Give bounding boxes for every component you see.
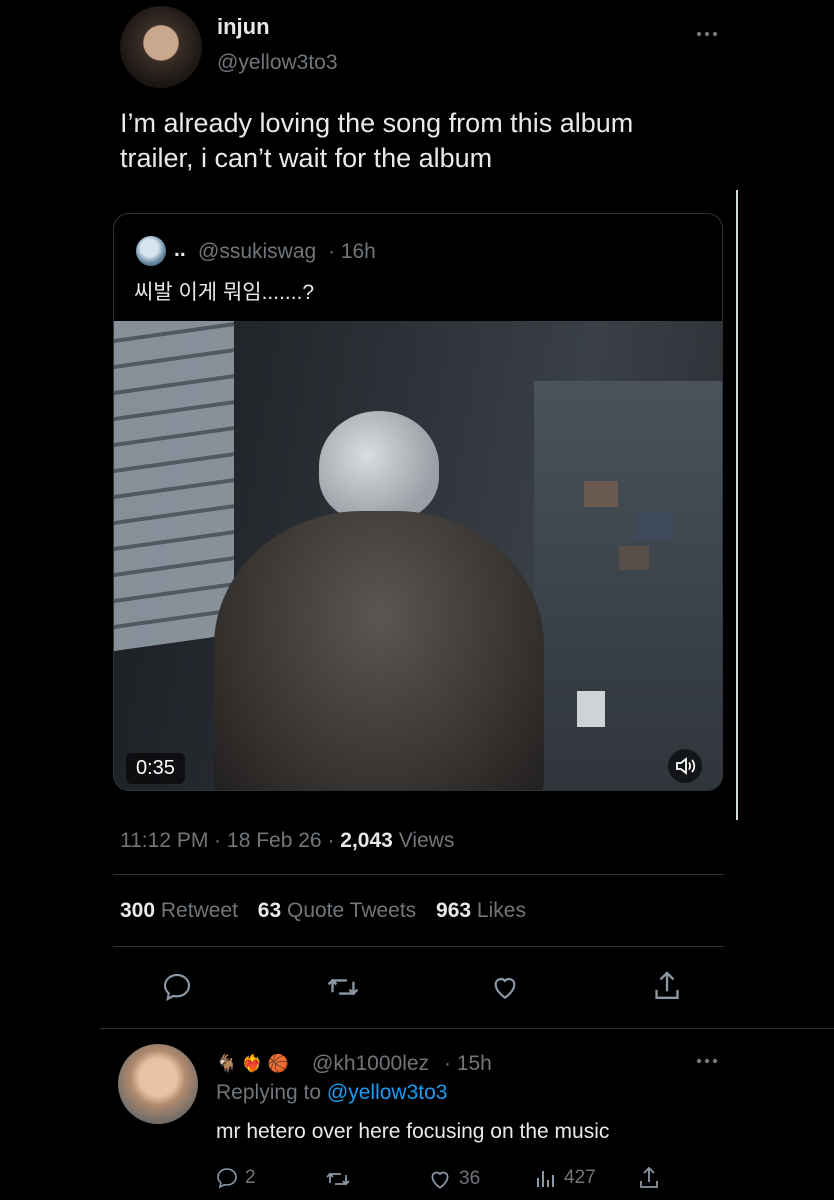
reply-views-count: 427 [564,1167,596,1188]
quotes-label: Quote Tweets [286,899,417,922]
reply-icon[interactable] [161,971,193,1003]
reply-author-handle[interactable]: @kh1000lez [312,1052,429,1076]
quotes-stat[interactable]: 63 Quote Tweets [258,899,416,922]
reply-author-emojis: 🐐 ❤️‍🔥 🏀 [216,1054,289,1073]
likes-label: Likes [476,899,526,922]
tweet-timestamp[interactable]: 11:12 PM [120,829,208,852]
engagement-stats: 300 Retweet 63 Quote Tweets 963 Likes [120,899,526,923]
video-person-body [214,511,544,790]
more-icon[interactable] [695,1057,719,1065]
divider [100,1028,834,1029]
quoted-author-handle[interactable]: @ssukiswag [198,240,316,264]
video-photo [584,481,618,507]
video-person-hair [319,411,439,521]
quoted-author-avatar[interactable] [136,236,166,266]
volume-icon[interactable] [668,749,702,783]
video-switch [577,691,605,727]
author-name[interactable]: injun [217,14,270,40]
views-icon [534,1166,558,1190]
likes-stat[interactable]: 963 Likes [436,899,526,922]
tweet-text-line: trailer, i can’t wait for the album [120,143,493,173]
like-icon [427,1166,453,1192]
tweet-date[interactable]: 18 Feb 26 [227,829,322,852]
reply-views-action[interactable]: 427 [534,1166,596,1190]
quoted-author-name[interactable]: .. [174,238,186,262]
thread-line [736,190,738,820]
reply-reply-action[interactable]: 2 [215,1166,256,1190]
replying-to-handle[interactable]: @yellow3to3 [327,1081,448,1104]
quotes-count: 63 [257,899,282,922]
reply-time[interactable]: · 15h [444,1052,492,1076]
video-player[interactable]: 0:35 [114,321,722,790]
meta-separator: · [327,829,335,852]
likes-count: 963 [436,899,472,922]
views-label: Views [398,829,455,852]
reply-text: mr hetero over here focusing on the musi… [216,1120,610,1143]
reply-icon [215,1166,239,1190]
quoted-tweet-text: 씨발 이게 뭐임.......? [134,281,315,304]
retweets-count: 300 [120,899,156,922]
reply-like-count: 36 [459,1168,481,1189]
divider [113,874,724,875]
more-icon[interactable] [695,30,719,38]
views-count: 2,043 [340,829,393,852]
like-icon[interactable] [489,971,521,1003]
retweets-stat[interactable]: 300 Retweet [120,899,238,922]
retweets-label: Retweet [160,899,238,922]
share-icon[interactable] [637,1165,661,1191]
video-photo [619,546,649,570]
author-handle[interactable]: @yellow3to3 [217,51,338,75]
divider [113,946,724,947]
video-photo [634,511,674,541]
author-avatar[interactable] [120,6,202,88]
retweet-icon[interactable] [326,971,360,1003]
quoted-tweet-card[interactable]: .. @ssukiswag · 16h 씨발 이게 뭐임.......? 0:3… [113,213,723,791]
video-window [114,321,234,651]
replying-to: Replying to @yellow3to3 [216,1081,447,1105]
quoted-tweet-time[interactable]: · 16h [328,240,376,264]
meta-separator: · [214,829,222,852]
tweet-text: I’m already loving the song from this al… [120,106,633,176]
reply-reply-count: 2 [245,1167,256,1188]
reply-author-avatar[interactable] [118,1044,198,1124]
tweet-meta: 11:12 PM · 18 Feb 26 · 2,043 Views [120,829,454,853]
share-icon[interactable] [651,969,683,1003]
retweet-icon[interactable] [324,1167,352,1191]
tweet-text-line: I’m already loving the song from this al… [120,108,634,138]
video-duration-badge: 0:35 [126,753,185,784]
reply-like-action[interactable]: 36 [427,1166,480,1192]
replying-to-prefix: Replying to [216,1081,322,1104]
video-wall [534,381,722,790]
